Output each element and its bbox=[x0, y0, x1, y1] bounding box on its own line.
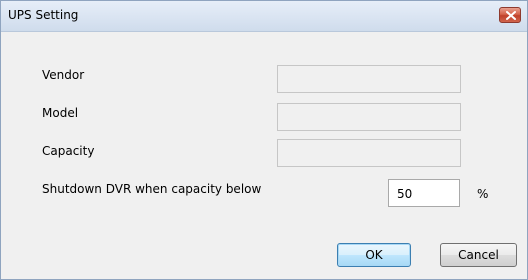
model-label: Model bbox=[42, 106, 79, 120]
cancel-button[interactable]: Cancel bbox=[440, 243, 517, 267]
vendor-label: Vendor bbox=[42, 68, 85, 82]
close-icon bbox=[506, 11, 516, 20]
window-title: UPS Setting bbox=[8, 8, 79, 22]
capacity-label: Capacity bbox=[42, 144, 95, 158]
shutdown-label: Shutdown DVR when capacity below bbox=[42, 182, 262, 196]
ok-button[interactable]: OK bbox=[337, 243, 411, 267]
shutdown-capacity-input[interactable]: 50 bbox=[388, 179, 460, 207]
vendor-field bbox=[277, 65, 461, 93]
percent-unit-label: % bbox=[477, 187, 489, 201]
close-button[interactable] bbox=[499, 7, 521, 23]
ups-setting-dialog: UPS Setting Vendor Model Capacity Shutdo… bbox=[0, 0, 528, 280]
model-field bbox=[277, 103, 461, 131]
title-bar[interactable]: UPS Setting bbox=[1, 1, 527, 32]
capacity-field bbox=[277, 139, 461, 167]
